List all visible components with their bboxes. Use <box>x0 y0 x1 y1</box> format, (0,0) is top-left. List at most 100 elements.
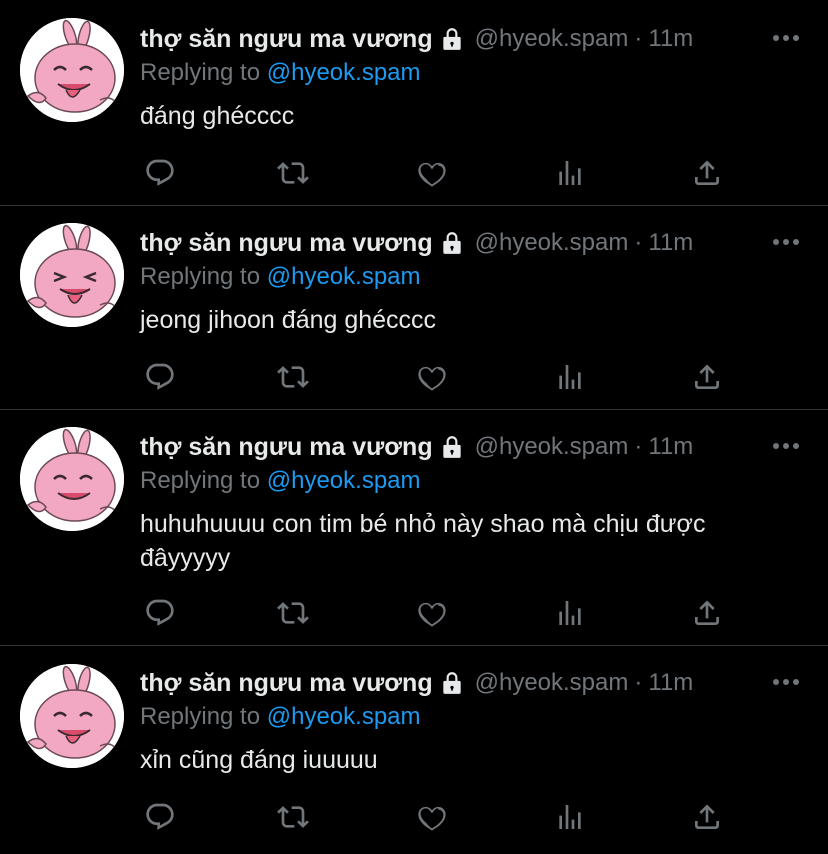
tweet[interactable]: thợ săn ngưu ma vương @hyeok.spam · 11m … <box>0 646 828 854</box>
more-button[interactable] <box>772 232 800 252</box>
share-icon <box>695 600 719 625</box>
action-bar <box>140 593 740 633</box>
lock-icon <box>439 230 465 256</box>
replying-to-line: Replying to @hyeok.spam <box>140 59 421 87</box>
tweet-header: thợ săn ngưu ma vương @hyeok.spam · 11m <box>140 667 693 699</box>
lock-icon <box>439 26 465 52</box>
mention-link[interactable]: @hyeok.spam <box>267 263 421 290</box>
separator-dot: · <box>634 433 643 460</box>
avatar-image <box>20 427 124 531</box>
lock-icon <box>439 670 465 696</box>
analytics-icon <box>559 161 581 185</box>
like-button[interactable] <box>412 153 452 193</box>
action-bar <box>140 153 740 193</box>
tweet[interactable]: thợ săn ngưu ma vương @hyeok.spam · 11m … <box>0 206 828 410</box>
mention-link[interactable]: @hyeok.spam <box>267 703 421 730</box>
retweet-icon <box>277 806 309 828</box>
replying-to-line: Replying to @hyeok.spam <box>140 467 421 495</box>
action-bar <box>140 357 740 397</box>
retweet-button[interactable] <box>273 357 313 397</box>
replying-to-label: Replying to <box>140 263 261 290</box>
tweet-text: jeong jihoon đáng ghécccc <box>140 306 437 334</box>
reply-button[interactable] <box>140 593 180 633</box>
analytics-button[interactable] <box>550 357 590 397</box>
tweet-header: thợ săn ngưu ma vương @hyeok.spam · 11m <box>140 227 693 259</box>
tweet[interactable]: thợ săn ngưu ma vương @hyeok.spam · 11m … <box>0 0 828 206</box>
user-handle[interactable]: @hyeok.spam <box>475 229 629 257</box>
tweet-text: đáng ghécccc <box>140 102 295 130</box>
share-button[interactable] <box>687 153 727 193</box>
mention-link[interactable]: @hyeok.spam <box>267 59 421 86</box>
timestamp[interactable]: 11m <box>648 669 693 697</box>
retweet-icon <box>277 162 309 184</box>
retweet-button[interactable] <box>273 797 313 837</box>
user-handle[interactable]: @hyeok.spam <box>475 25 629 53</box>
replying-to-line: Replying to @hyeok.spam <box>140 703 421 731</box>
timestamp[interactable]: 11m <box>648 25 693 53</box>
replying-to-label: Replying to <box>140 59 261 86</box>
tweet-text: xỉn cũng đáng iuuuuu <box>140 746 378 774</box>
replying-to-line: Replying to @hyeok.spam <box>140 263 421 291</box>
share-button[interactable] <box>687 797 727 837</box>
separator-dot: · <box>634 669 643 696</box>
reply-icon <box>146 803 174 830</box>
avatar[interactable] <box>20 18 124 122</box>
avatar-image <box>20 664 124 768</box>
display-name[interactable]: thợ săn ngưu ma vương <box>140 25 433 54</box>
share-button[interactable] <box>687 357 727 397</box>
display-name[interactable]: thợ săn ngưu ma vương <box>140 433 433 462</box>
tweet[interactable]: thợ săn ngưu ma vương @hyeok.spam · 11m … <box>0 410 828 646</box>
user-handle[interactable]: @hyeok.spam <box>475 433 629 461</box>
reply-button[interactable] <box>140 797 180 837</box>
retweet-button[interactable] <box>273 593 313 633</box>
action-bar <box>140 797 740 837</box>
avatar[interactable] <box>20 427 124 531</box>
avatar[interactable] <box>20 664 124 768</box>
analytics-icon <box>559 805 581 829</box>
analytics-button[interactable] <box>550 153 590 193</box>
timestamp[interactable]: 11m <box>648 433 693 461</box>
reply-button[interactable] <box>140 153 180 193</box>
like-icon <box>418 162 446 187</box>
share-button[interactable] <box>687 593 727 633</box>
analytics-button[interactable] <box>550 593 590 633</box>
more-icon <box>773 239 799 245</box>
more-button[interactable] <box>772 436 800 456</box>
avatar[interactable] <box>20 223 124 327</box>
replying-to-label: Replying to <box>140 467 261 494</box>
tweet-text: huhuhuuuu con tim bé nhỏ này shao mà chị… <box>140 510 706 572</box>
reply-icon <box>146 363 174 390</box>
more-icon <box>773 35 799 41</box>
mention-link[interactable]: @hyeok.spam <box>267 467 421 494</box>
retweet-icon <box>277 602 309 624</box>
analytics-icon <box>559 365 581 389</box>
more-button[interactable] <box>772 28 800 48</box>
avatar-image <box>20 223 124 327</box>
avatar-image <box>20 18 124 122</box>
like-button[interactable] <box>412 357 452 397</box>
reply-icon <box>146 599 174 626</box>
display-name[interactable]: thợ săn ngưu ma vương <box>140 229 433 258</box>
tweet-header: thợ săn ngưu ma vương @hyeok.spam · 11m <box>140 431 693 463</box>
analytics-button[interactable] <box>550 797 590 837</box>
user-handle[interactable]: @hyeok.spam <box>475 669 629 697</box>
analytics-icon <box>559 601 581 625</box>
share-icon <box>695 160 719 185</box>
separator-dot: · <box>634 25 643 52</box>
like-icon <box>418 806 446 831</box>
share-icon <box>695 804 719 829</box>
tweet-header: thợ săn ngưu ma vương @hyeok.spam · 11m <box>140 23 693 55</box>
reply-button[interactable] <box>140 357 180 397</box>
replying-to-label: Replying to <box>140 703 261 730</box>
timestamp[interactable]: 11m <box>648 229 693 257</box>
share-icon <box>695 364 719 389</box>
reply-icon <box>146 159 174 186</box>
lock-icon <box>439 434 465 460</box>
retweet-button[interactable] <box>273 153 313 193</box>
retweet-icon <box>277 366 309 388</box>
like-button[interactable] <box>412 593 452 633</box>
like-button[interactable] <box>412 797 452 837</box>
display-name[interactable]: thợ săn ngưu ma vương <box>140 669 433 698</box>
more-button[interactable] <box>772 672 800 692</box>
like-icon <box>418 602 446 627</box>
